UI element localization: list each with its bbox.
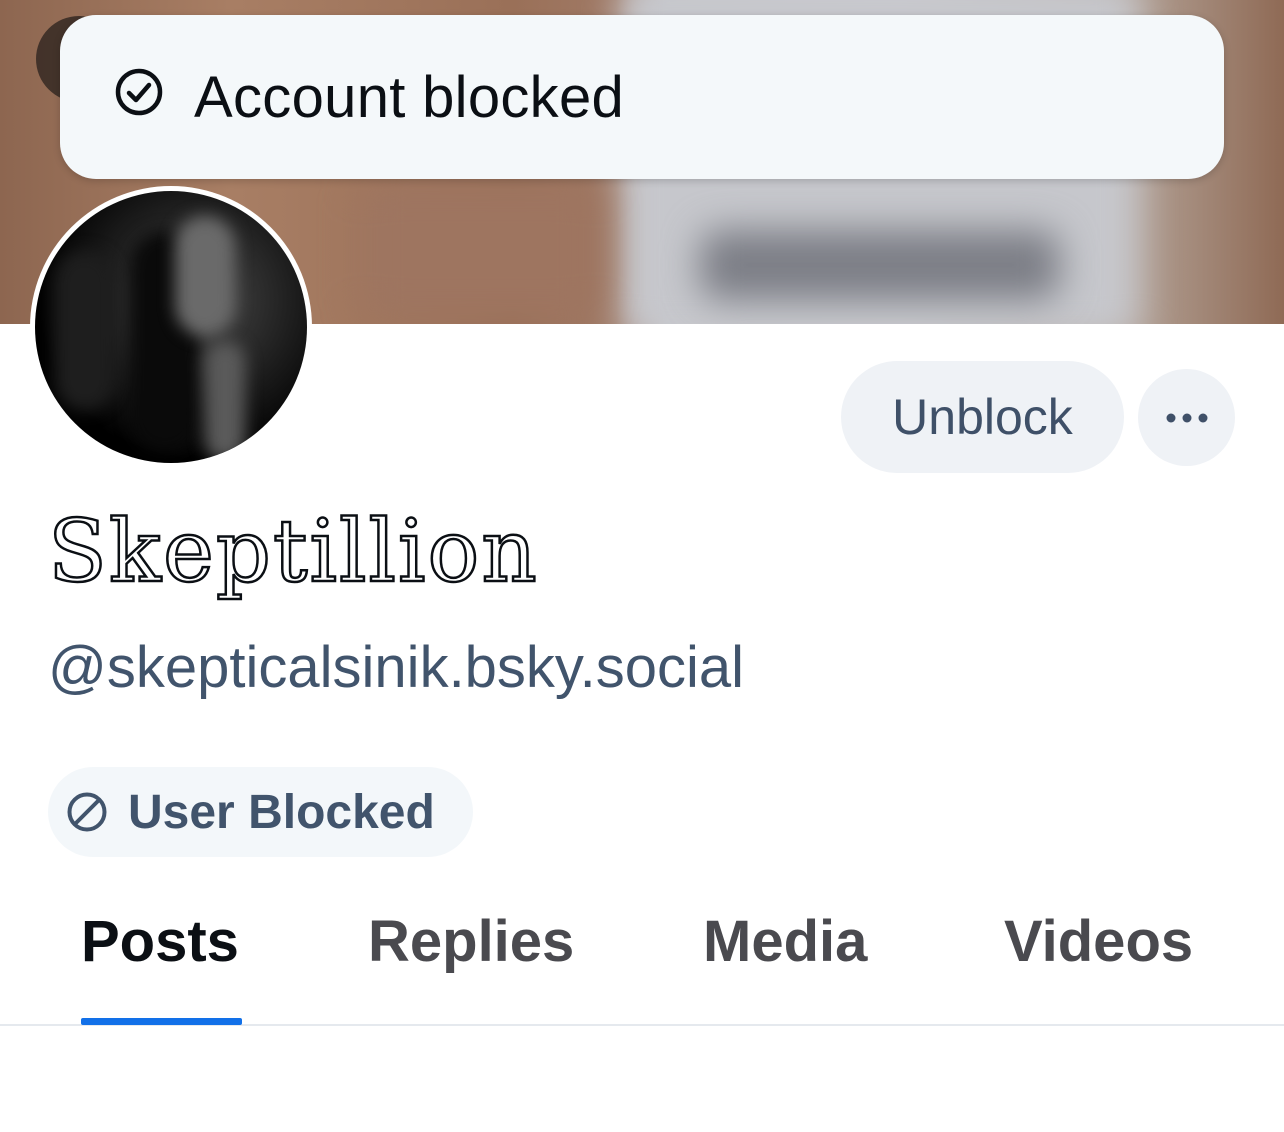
avatar[interactable] — [30, 186, 312, 468]
profile-handle: @skepticalsinik.bsky.social — [48, 635, 745, 700]
unblock-button[interactable]: Unblock — [841, 361, 1124, 473]
toast-message: Account blocked — [194, 64, 625, 130]
toast-notification: Account blocked — [60, 15, 1224, 179]
profile-tabs: Posts Replies Media Videos — [0, 880, 1284, 1026]
status-badge: User Blocked — [48, 767, 473, 857]
more-options-button[interactable] — [1138, 369, 1235, 466]
active-tab-indicator — [81, 1018, 242, 1025]
status-badge-label: User Blocked — [128, 785, 435, 839]
tab-replies[interactable]: Replies — [368, 910, 574, 974]
ban-icon — [66, 791, 108, 833]
tab-posts[interactable]: Posts — [81, 910, 239, 974]
tab-videos[interactable]: Videos — [1004, 910, 1193, 974]
tab-media[interactable]: Media — [703, 910, 867, 974]
check-circle-icon — [114, 67, 164, 117]
ellipsis-icon — [1165, 412, 1209, 424]
display-name: Skeptillion — [47, 502, 539, 602]
